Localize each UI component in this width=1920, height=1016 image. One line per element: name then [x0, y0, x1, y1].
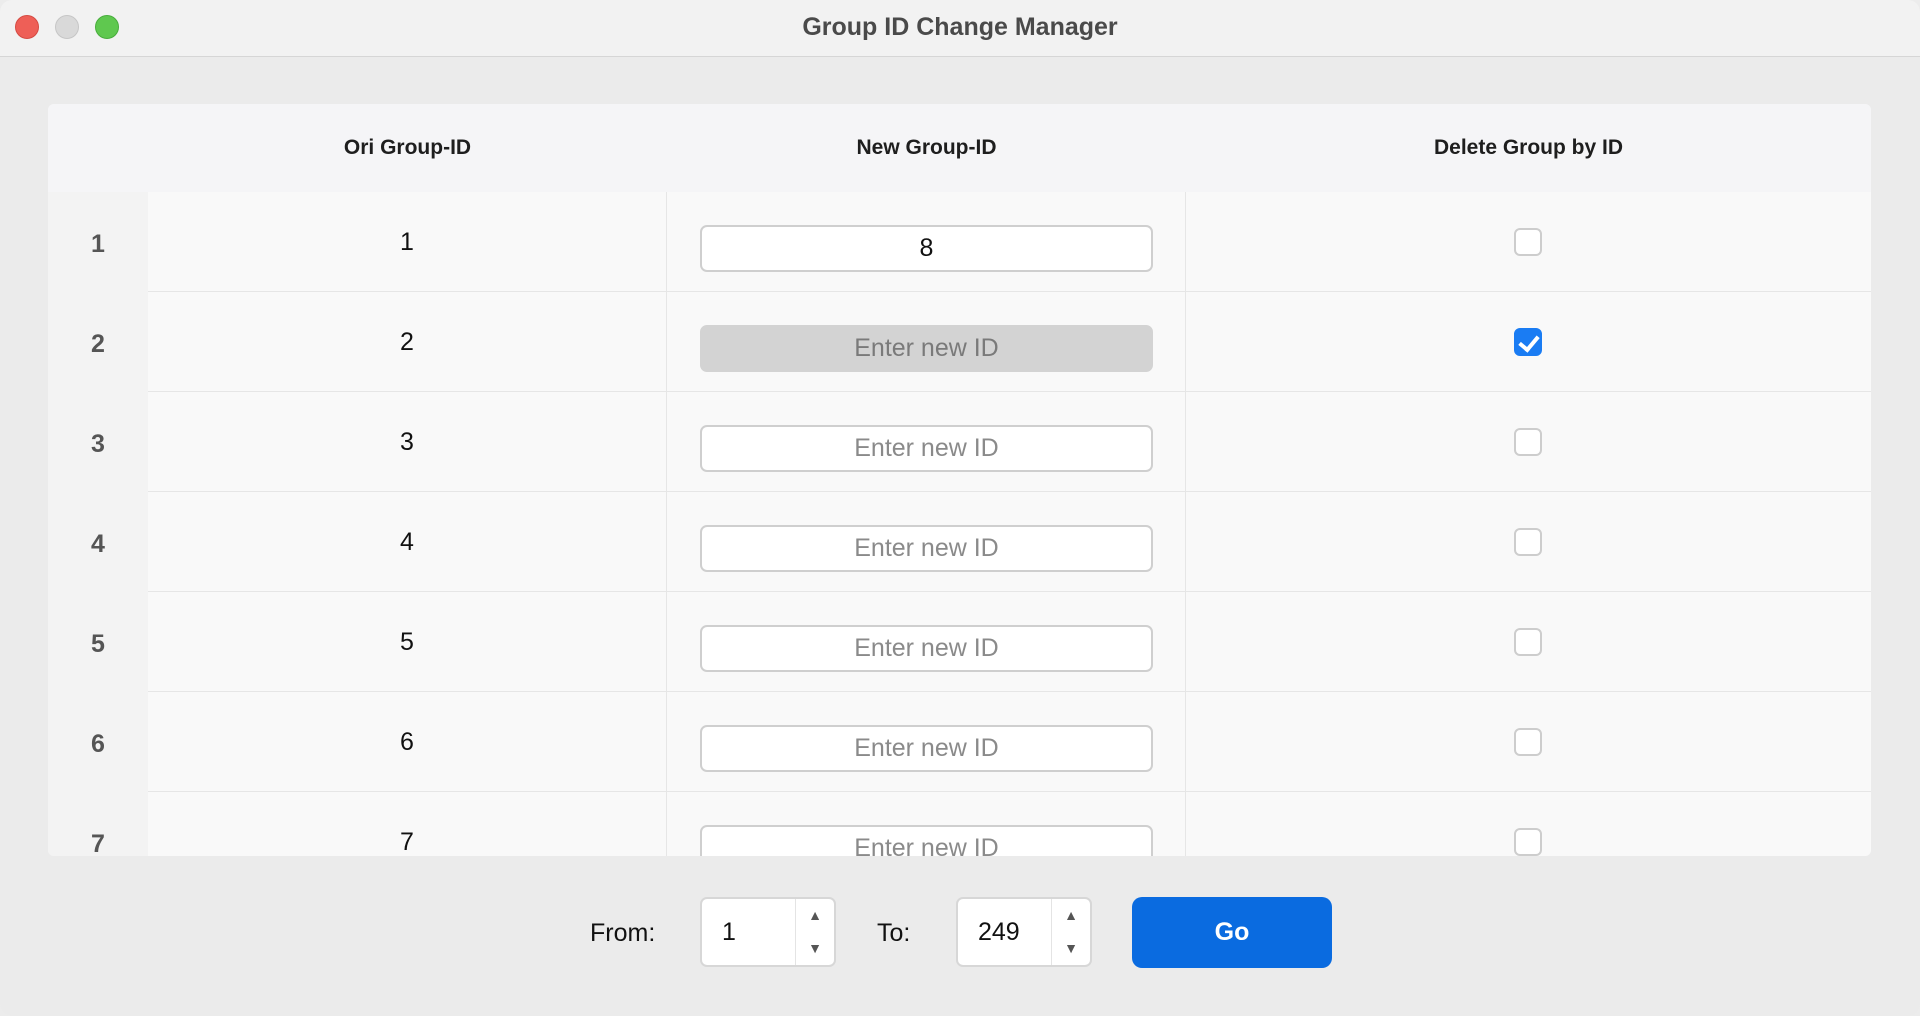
- ori-group-id-value: 5: [400, 628, 414, 656]
- new-group-id-cell: [667, 292, 1186, 393]
- ori-group-id-cell: 6: [148, 692, 667, 793]
- ori-group-id-cell: 1: [148, 192, 667, 293]
- ori-group-id-value: 4: [400, 528, 414, 556]
- new-group-id-input[interactable]: [700, 525, 1153, 572]
- to-value[interactable]: 249: [978, 899, 1020, 965]
- table-row: 77: [48, 792, 1871, 856]
- from-decrement-icon[interactable]: ▼: [796, 932, 834, 965]
- new-group-id-input: [700, 325, 1153, 372]
- ori-group-id-value: 2: [400, 328, 414, 356]
- new-group-id-cell: [667, 192, 1186, 293]
- to-label: To:: [877, 919, 911, 947]
- window-title: Group ID Change Manager: [802, 13, 1118, 41]
- delete-group-checkbox[interactable]: [1514, 528, 1542, 556]
- ori-group-id-value: 3: [400, 428, 414, 456]
- app-window: Group ID Change Manager Ori Group-ID New…: [0, 0, 1920, 1016]
- new-group-id-input[interactable]: [700, 225, 1153, 272]
- row-number: 5: [91, 630, 105, 658]
- from-stepper[interactable]: 1 ▲ ▼: [700, 897, 836, 967]
- table-header: Ori Group-ID New Group-ID Delete Group b…: [48, 104, 1871, 192]
- new-group-id-cell: [667, 392, 1186, 493]
- to-decrement-icon[interactable]: ▼: [1052, 932, 1090, 965]
- from-value[interactable]: 1: [722, 899, 736, 965]
- delete-group-cell: [1186, 292, 1871, 393]
- ori-group-id-cell: 5: [148, 592, 667, 693]
- row-number: 1: [91, 230, 105, 258]
- new-group-id-input[interactable]: [700, 625, 1153, 672]
- from-increment-icon[interactable]: ▲: [796, 899, 834, 932]
- ori-group-id-cell: 4: [148, 492, 667, 593]
- ori-group-id-cell: 2: [148, 292, 667, 393]
- delete-group-checkbox[interactable]: [1514, 628, 1542, 656]
- table-row: 22: [48, 292, 1871, 393]
- ori-group-id-value: 7: [400, 828, 414, 856]
- row-number: 6: [91, 730, 105, 758]
- table-row: 44: [48, 492, 1871, 593]
- delete-group-cell: [1186, 692, 1871, 793]
- from-stepper-arrows: ▲ ▼: [795, 899, 834, 965]
- table-row: 55: [48, 592, 1871, 693]
- header-delete-group: Delete Group by ID: [1433, 136, 1624, 159]
- header-new-group-id: New Group-ID: [856, 136, 997, 159]
- delete-group-cell: [1186, 792, 1871, 856]
- go-button[interactable]: Go: [1132, 897, 1332, 968]
- delete-group-checkbox[interactable]: [1514, 328, 1542, 356]
- new-group-id-cell: [667, 492, 1186, 593]
- delete-group-checkbox[interactable]: [1514, 228, 1542, 256]
- new-group-id-input[interactable]: [700, 425, 1153, 472]
- delete-group-cell: [1186, 192, 1871, 293]
- ori-group-id-cell: 3: [148, 392, 667, 493]
- delete-group-checkbox[interactable]: [1514, 428, 1542, 456]
- new-group-id-input[interactable]: [700, 725, 1153, 772]
- delete-group-cell: [1186, 492, 1871, 593]
- to-stepper[interactable]: 249 ▲ ▼: [956, 897, 1092, 967]
- checkmark-icon: [1518, 330, 1540, 353]
- row-number: 4: [91, 530, 105, 558]
- table-row: 11: [48, 192, 1871, 293]
- ori-group-id-value: 1: [400, 228, 414, 256]
- title-bar: Group ID Change Manager: [0, 0, 1920, 57]
- new-group-id-cell: [667, 792, 1186, 856]
- to-stepper-arrows: ▲ ▼: [1051, 899, 1090, 965]
- row-number: 7: [91, 830, 105, 856]
- from-label: From:: [590, 919, 656, 947]
- row-number: 2: [91, 330, 105, 358]
- to-increment-icon[interactable]: ▲: [1052, 899, 1090, 932]
- header-ori-group-id: Ori Group-ID: [343, 136, 472, 159]
- ori-group-id-cell: 7: [148, 792, 667, 856]
- new-group-id-input[interactable]: [700, 825, 1153, 856]
- delete-group-checkbox[interactable]: [1514, 828, 1542, 856]
- delete-group-cell: [1186, 592, 1871, 693]
- delete-group-checkbox[interactable]: [1514, 728, 1542, 756]
- new-group-id-cell: [667, 592, 1186, 693]
- group-id-table: Ori Group-ID New Group-ID Delete Group b…: [48, 104, 1871, 856]
- delete-group-cell: [1186, 392, 1871, 493]
- new-group-id-cell: [667, 692, 1186, 793]
- table-row: 66: [48, 692, 1871, 793]
- row-number: 3: [91, 430, 105, 458]
- table-row: 33: [48, 392, 1871, 493]
- ori-group-id-value: 6: [400, 728, 414, 756]
